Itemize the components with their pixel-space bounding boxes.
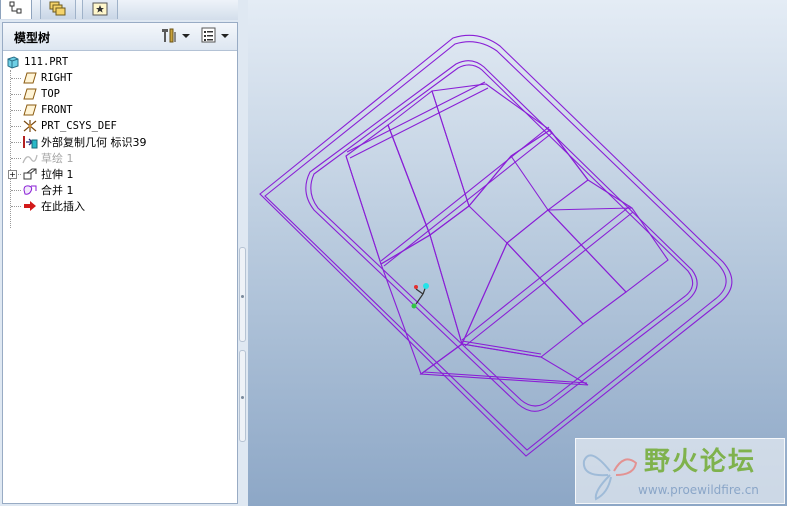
insert-here-arrow-icon xyxy=(22,199,38,213)
tree-connector-line xyxy=(11,78,21,79)
tree-item-label: 111.PRT xyxy=(24,56,69,68)
tree-item-right-plane[interactable]: RIGHT xyxy=(22,70,73,86)
graphics-viewport[interactable]: 野火论坛 www.proewildfire.cn xyxy=(248,0,787,506)
model-tree-icon xyxy=(9,1,23,18)
tree-connector-line xyxy=(11,206,21,207)
settings-icon xyxy=(159,26,179,47)
folder-browser-icon xyxy=(49,0,67,19)
plate-outer-edge xyxy=(259,34,733,457)
tree-item-label: 在此插入 xyxy=(41,200,85,213)
tree-item-label: 草绘 1 xyxy=(41,152,74,165)
butterfly-logo-icon xyxy=(582,454,638,501)
chevron-down-icon xyxy=(182,34,190,38)
tab-model-tree[interactable] xyxy=(0,0,32,19)
tree-item-insert-here[interactable]: 在此插入 xyxy=(22,198,85,214)
model-wireframe[interactable] xyxy=(248,0,787,506)
left-panel: 模型树 + 111.PRT RIGHT TOP FRONT PRT_CSYS_D… xyxy=(0,0,248,506)
extrude-icon xyxy=(22,167,38,181)
tree-item-extrude[interactable]: 拉伸 1 xyxy=(22,166,74,182)
tree-item-label: 拉伸 1 xyxy=(41,168,74,181)
recess-outline xyxy=(305,60,698,412)
tree-connector-line xyxy=(11,110,21,111)
show-icon xyxy=(200,26,218,47)
plate-inner-edge xyxy=(264,41,727,451)
tree-connector-line xyxy=(11,158,21,159)
sketch-icon xyxy=(22,151,38,165)
tree-item-external-copy-geometry[interactable]: 外部复制几何 标识39 xyxy=(22,134,147,150)
tree-connector-line xyxy=(11,142,21,143)
tree-settings-button[interactable] xyxy=(159,27,190,45)
tree-connector-line xyxy=(11,126,21,127)
panel-splitter[interactable] xyxy=(238,0,248,506)
tree-item-label: PRT_CSYS_DEF xyxy=(41,120,117,132)
expand-toggle-button[interactable]: + xyxy=(8,170,17,179)
tree-item-label: 外部复制几何 标识39 xyxy=(41,136,147,149)
model-tree-title: 模型树 xyxy=(14,31,51,45)
tree-item-label: RIGHT xyxy=(41,72,73,84)
tree-item-merge[interactable]: 合并 1 xyxy=(22,182,74,198)
tree-item-label: TOP xyxy=(41,88,60,100)
tree-item-front-plane[interactable]: FRONT xyxy=(22,102,73,118)
watermark-title: 野火论坛 xyxy=(644,447,757,477)
datum-plane-icon xyxy=(22,71,38,85)
tab-folder-browser[interactable] xyxy=(40,0,76,19)
part-icon xyxy=(5,55,21,69)
rib-line xyxy=(461,205,634,347)
splitter-grip-handle[interactable] xyxy=(239,350,246,442)
forum-watermark: 野火论坛 www.proewildfire.cn xyxy=(575,438,785,504)
watermark-url: www.proewildfire.cn xyxy=(638,483,759,497)
chevron-down-icon xyxy=(221,34,229,38)
tree-item-label: 合并 1 xyxy=(41,184,74,197)
tree-item-label: FRONT xyxy=(41,104,73,116)
tree-item-top-plane[interactable]: TOP xyxy=(22,86,60,102)
rib-line xyxy=(423,340,588,384)
navigator-tab-strip xyxy=(0,0,248,20)
splitter-grip-handle[interactable] xyxy=(239,247,246,342)
tree-connector-line xyxy=(11,190,21,191)
datum-plane-icon xyxy=(22,103,38,117)
model-tree-header: 模型树 xyxy=(3,23,237,51)
favorites-icon xyxy=(92,1,108,19)
tree-connector-line xyxy=(11,94,21,95)
recess-inner-outline xyxy=(310,64,694,407)
rib-line xyxy=(346,81,489,159)
csys-icon xyxy=(22,119,38,133)
tree-item-csys[interactable]: PRT_CSYS_DEF xyxy=(22,118,117,134)
tree-show-button[interactable] xyxy=(200,27,229,45)
cell-grid xyxy=(345,83,669,386)
tab-favorites[interactable] xyxy=(82,0,118,19)
tree-item-sketch[interactable]: 草绘 1 xyxy=(22,150,74,166)
external-copy-geometry-icon xyxy=(22,135,38,149)
merge-icon xyxy=(22,183,38,197)
tree-item-part-root[interactable]: 111.PRT xyxy=(5,54,68,70)
datum-plane-icon xyxy=(22,87,38,101)
model-tree-panel: 模型树 + 111.PRT RIGHT TOP FRONT PRT_CSYS_D… xyxy=(2,22,238,504)
